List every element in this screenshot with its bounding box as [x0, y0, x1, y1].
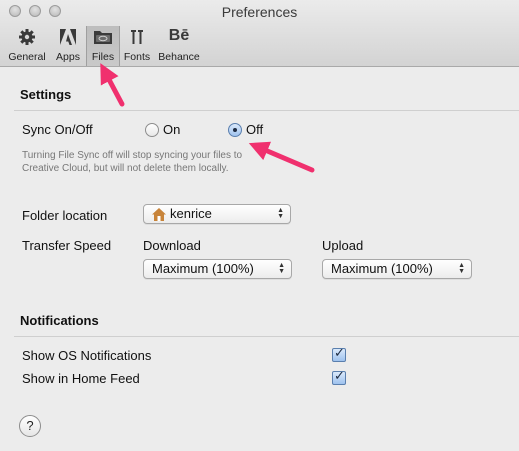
- tab-behance-label: Behance: [158, 51, 200, 63]
- window-title: Preferences: [221, 4, 298, 20]
- tab-files[interactable]: Files: [86, 26, 120, 66]
- chevron-updown-icon: ▲ ▼: [277, 207, 284, 220]
- upload-speed-value: Maximum (100%): [331, 261, 433, 276]
- gear-icon: [19, 29, 35, 45]
- sync-off-radio[interactable]: [228, 123, 242, 137]
- fonts-icon: [131, 30, 143, 44]
- download-speed-value: Maximum (100%): [152, 261, 254, 276]
- show-home-feed-checkbox[interactable]: ✓: [332, 368, 346, 385]
- folder-location-value: kenrice: [170, 206, 212, 221]
- sync-label: Sync On/Off: [22, 122, 93, 137]
- upload-label: Upload: [322, 238, 364, 253]
- settings-divider: [14, 110, 519, 111]
- tab-fonts-label: Fonts: [123, 51, 151, 63]
- upload-speed-select[interactable]: Maximum (100%) ▲ ▼: [322, 259, 472, 279]
- checkmark-icon: ✓: [334, 368, 345, 383]
- notifications-heading: Notifications: [20, 313, 99, 328]
- chevron-updown-icon: ▲ ▼: [458, 262, 465, 275]
- preferences-window: Preferences General Apps Files Fonts Bē …: [0, 0, 519, 451]
- help-button[interactable]: ?: [19, 415, 41, 437]
- behance-icon: Bē: [168, 27, 190, 44]
- notifications-divider: [14, 336, 519, 337]
- show-home-feed-label: Show in Home Feed: [22, 371, 140, 386]
- sync-off-label[interactable]: Off: [246, 122, 263, 137]
- home-folder-icon: [152, 208, 166, 221]
- show-os-notifications-label: Show OS Notifications: [22, 348, 152, 363]
- sync-on-label[interactable]: On: [163, 122, 180, 137]
- download-speed-select[interactable]: Maximum (100%) ▲ ▼: [143, 259, 292, 279]
- tab-apps[interactable]: Apps: [52, 26, 84, 66]
- sync-hint: Turning File Sync off will stop syncing …: [22, 150, 243, 174]
- show-os-notifications-checkbox[interactable]: ✓: [332, 345, 346, 362]
- transfer-speed-label: Transfer Speed: [22, 238, 112, 253]
- download-label: Download: [143, 238, 201, 253]
- settings-heading: Settings: [20, 87, 72, 102]
- tab-behance[interactable]: Bē Behance: [156, 26, 202, 66]
- tab-files-label: Files: [91, 51, 115, 63]
- chevron-updown-icon: ▲ ▼: [278, 262, 285, 275]
- annotation-arrow-files: [100, 63, 125, 107]
- title-bar: Preferences General Apps Files Fonts Bē …: [0, 0, 519, 67]
- adobe-icon: [60, 29, 76, 45]
- folder-location-select[interactable]: kenrice ▲ ▼: [143, 204, 291, 224]
- tab-general-label: General: [8, 51, 46, 63]
- files-icon: [94, 31, 112, 44]
- tab-apps-label: Apps: [56, 51, 80, 63]
- folder-location-label: Folder location: [22, 208, 108, 223]
- tab-general[interactable]: General: [5, 26, 49, 66]
- sync-on-radio[interactable]: [145, 123, 159, 137]
- checkmark-icon: ✓: [334, 345, 345, 360]
- tab-fonts[interactable]: Fonts: [121, 26, 153, 66]
